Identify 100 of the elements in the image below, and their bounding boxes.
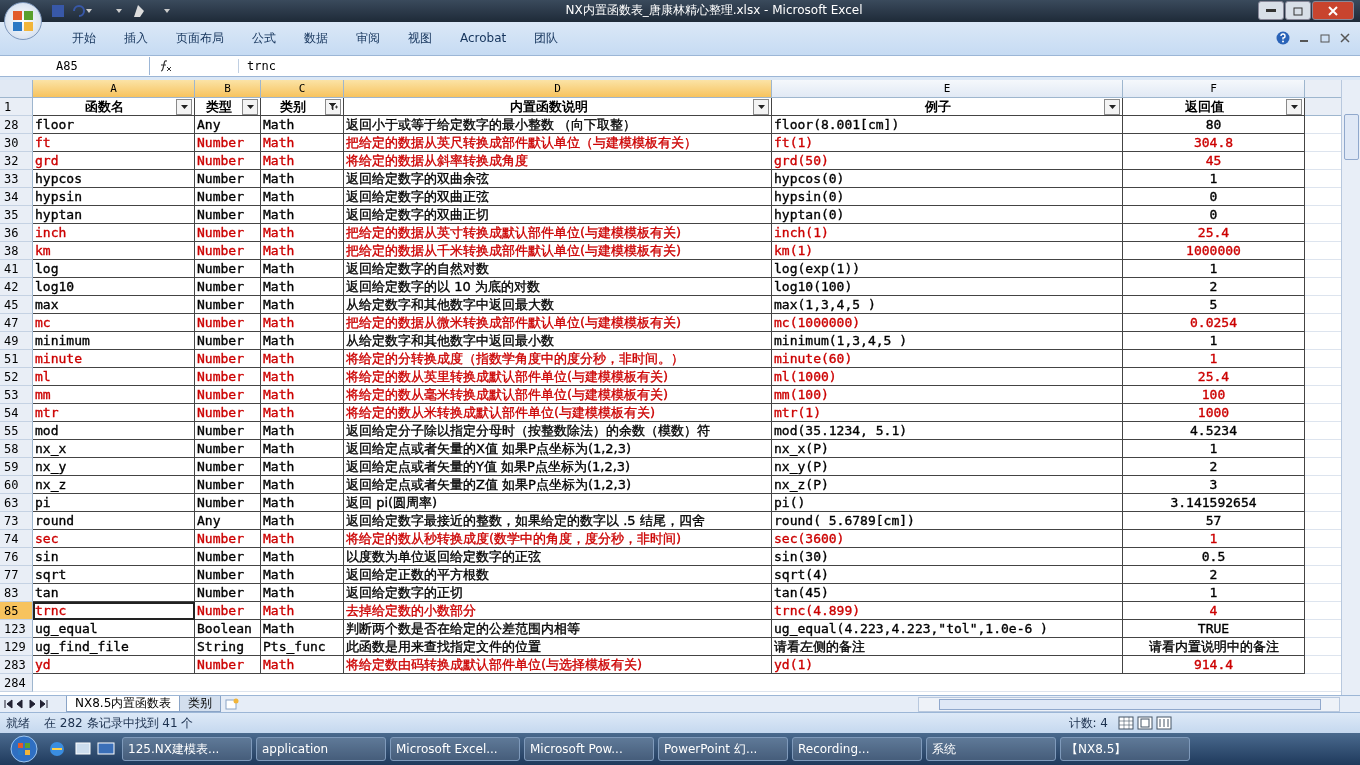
restore-button[interactable] — [1285, 1, 1311, 21]
row-header[interactable]: 60 — [0, 476, 33, 495]
taskbar-item[interactable]: PowerPoint 幻... — [658, 737, 788, 762]
table-cell: Math — [263, 225, 295, 241]
ribbon-tab[interactable]: 页面布局 — [162, 29, 238, 47]
taskbar-item[interactable]: 125.NX建模表... — [122, 737, 252, 762]
table-cell: minute — [35, 351, 82, 367]
ribbon-tab[interactable]: 插入 — [110, 29, 162, 47]
row-header[interactable]: 83 — [0, 584, 33, 603]
dropdown-button[interactable] — [1286, 98, 1302, 115]
row-header[interactable]: 34 — [0, 188, 33, 207]
row-header[interactable]: 49 — [0, 332, 33, 351]
table-cell: Number — [197, 441, 244, 457]
row-header[interactable]: 42 — [0, 278, 33, 297]
view-icons[interactable] — [1118, 716, 1174, 731]
table-cell: Number — [197, 567, 244, 583]
row-header[interactable]: 35 — [0, 206, 33, 225]
column-header[interactable]: E — [772, 80, 1123, 99]
taskbar-item[interactable]: Microsoft Pow... — [524, 737, 654, 762]
table-cell: 从给定数字和其他数字中返回最小数 — [346, 332, 554, 350]
table-cell: mc — [35, 315, 51, 331]
row-header[interactable]: 28 — [0, 116, 33, 135]
restore-icon[interactable] — [1320, 33, 1330, 44]
column-header[interactable]: A — [33, 80, 195, 99]
row-header[interactable]: 52 — [0, 368, 33, 387]
row-header[interactable]: 77 — [0, 566, 33, 585]
row-header[interactable]: 129 — [0, 638, 33, 657]
row-header[interactable]: 54 — [0, 404, 33, 423]
ribbon-tab[interactable]: 团队 — [520, 29, 573, 47]
row-header[interactable]: 38 — [0, 242, 33, 261]
taskbar-item[interactable]: Microsoft Excel... — [390, 737, 520, 762]
row-header[interactable]: 283 — [0, 656, 33, 675]
table-cell: Math — [263, 261, 295, 277]
horizontal-scrollbar[interactable] — [918, 696, 1340, 712]
taskbar-item[interactable]: 【NX8.5】 — [1060, 737, 1190, 762]
row-header[interactable]: 41 — [0, 260, 33, 279]
table-cell: ug_find_file — [35, 639, 129, 655]
minimize-button[interactable] — [1258, 1, 1284, 21]
filter-button[interactable] — [325, 98, 341, 115]
name-box[interactable]: A85 — [0, 56, 150, 75]
row-header[interactable]: 47 — [0, 314, 33, 333]
row-header[interactable]: 53 — [0, 386, 33, 405]
column-header[interactable]: F — [1123, 80, 1305, 99]
ribbon-tab[interactable]: 审阅 — [342, 29, 394, 47]
table-cell: log10(100) — [774, 279, 853, 295]
row-header[interactable]: 85 — [0, 602, 33, 621]
table-cell: Number — [197, 189, 244, 205]
quick-access-icons[interactable] — [50, 2, 170, 19]
row-header[interactable]: 1 — [0, 98, 33, 117]
quick-launch-icons[interactable] — [48, 740, 118, 759]
table-cell: String — [197, 639, 244, 655]
table-cell: Number — [197, 135, 244, 151]
column-header[interactable]: B — [195, 80, 261, 99]
sheet-tab[interactable]: 类别 — [179, 696, 222, 713]
row-header[interactable]: 51 — [0, 350, 33, 369]
table-cell: 将给定的数从米转换成默认部件单位(与建模模板有关) — [346, 404, 656, 422]
scrollbar-thumb[interactable] — [939, 698, 1321, 710]
ribbon-tab[interactable]: Acrobat — [446, 31, 521, 46]
table-cell: km — [35, 243, 51, 259]
taskbar-item[interactable]: application — [256, 737, 386, 762]
table-cell: 请看左侧的备注 — [774, 638, 865, 656]
row-header[interactable]: 73 — [0, 512, 33, 531]
row-header[interactable]: 59 — [0, 458, 33, 477]
taskbar-item[interactable]: Recording... — [792, 737, 922, 762]
sheet-tab[interactable]: NX8.5内置函数表 — [66, 696, 181, 713]
taskbar-item[interactable]: 系统 — [926, 737, 1056, 762]
row-header[interactable]: 284 — [0, 674, 33, 693]
close-icon[interactable] — [1340, 33, 1350, 44]
row-header[interactable]: 45 — [0, 296, 33, 315]
row-header[interactable]: 33 — [0, 170, 33, 189]
scrollbar-thumb[interactable] — [1344, 114, 1359, 161]
ribbon-tab[interactable]: 开始 — [58, 29, 110, 47]
row-header[interactable]: 58 — [0, 440, 33, 459]
ribbon-tab[interactable]: 数据 — [290, 29, 342, 47]
function-icon[interactable] — [158, 59, 172, 72]
column-header[interactable]: D — [344, 80, 772, 99]
table-cell: Number — [197, 315, 244, 331]
table-cell: Math — [263, 297, 295, 313]
formula-field[interactable]: trnc — [238, 58, 1360, 73]
dropdown-button[interactable] — [242, 98, 258, 115]
close-button[interactable] — [1312, 1, 1354, 21]
dropdown-button[interactable] — [753, 98, 769, 115]
row-header[interactable]: 32 — [0, 152, 33, 171]
row-header[interactable]: 123 — [0, 620, 33, 639]
row-header[interactable]: 63 — [0, 494, 33, 513]
row-header[interactable]: 30 — [0, 134, 33, 153]
ribbon-tab[interactable]: 公式 — [238, 29, 290, 47]
column-header[interactable]: C — [261, 80, 344, 99]
help-icon[interactable] — [1276, 31, 1290, 46]
row-header[interactable]: 74 — [0, 530, 33, 549]
table-cell: sec — [35, 531, 59, 547]
dropdown-button[interactable] — [176, 98, 192, 115]
office-button[interactable] — [4, 2, 42, 40]
table-cell: 1 — [1209, 171, 1218, 187]
vertical-scrollbar[interactable] — [1341, 80, 1360, 696]
ribbon-tab[interactable]: 视图 — [394, 29, 446, 47]
dropdown-button[interactable] — [1104, 98, 1120, 115]
row-header[interactable]: 36 — [0, 224, 33, 243]
row-header[interactable]: 76 — [0, 548, 33, 567]
row-header[interactable]: 55 — [0, 422, 33, 441]
